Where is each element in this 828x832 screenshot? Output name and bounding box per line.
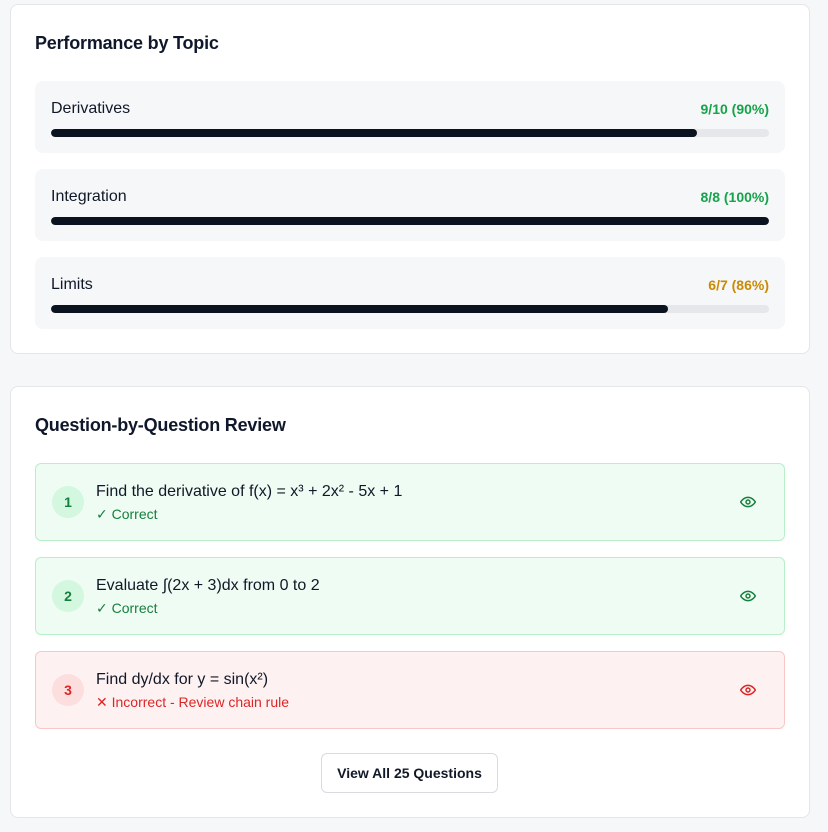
question-review-card: Question-by-Question Review 1 Find the d… xyxy=(10,386,810,818)
topic-progress-fill xyxy=(51,305,669,313)
question-number-badge: 3 xyxy=(52,674,84,706)
topic-performance-card: Performance by Topic Derivatives 9/10 (9… xyxy=(10,4,810,354)
topic-score: 6/7 (86%) xyxy=(708,277,769,293)
topic-row-derivatives: Derivatives 9/10 (90%) xyxy=(35,81,785,153)
question-text: Find dy/dx for y = sin(x²) xyxy=(96,671,269,688)
question-status: ✓ Correct xyxy=(96,600,158,616)
topic-performance-title: Performance by Topic xyxy=(35,33,219,53)
topic-row-limits: Limits 6/7 (86%) xyxy=(35,257,785,329)
eye-icon[interactable] xyxy=(740,588,756,604)
eye-icon[interactable] xyxy=(740,494,756,510)
topic-progress-track xyxy=(51,217,769,225)
topic-row-integration: Integration 8/8 (100%) xyxy=(35,169,785,241)
question-number-badge: 1 xyxy=(52,486,84,518)
topic-progress-fill xyxy=(51,217,769,225)
question-number-badge: 2 xyxy=(52,580,84,612)
question-text: Find the derivative of f(x) = x³ + 2x² -… xyxy=(96,483,403,500)
eye-icon[interactable] xyxy=(740,682,756,698)
topic-name: Integration xyxy=(51,188,127,205)
topic-score: 9/10 (90%) xyxy=(700,101,769,117)
question-item-3[interactable]: 3 Find dy/dx for y = sin(x²) ✕ Incorrect… xyxy=(35,651,785,729)
view-all-questions-button[interactable]: View All 25 Questions xyxy=(321,753,498,793)
topic-progress-track xyxy=(51,305,769,313)
topic-progress-fill xyxy=(51,129,698,137)
question-item-1[interactable]: 1 Find the derivative of f(x) = x³ + 2x²… xyxy=(35,463,785,541)
question-text: Evaluate ∫(2x + 3)dx from 0 to 2 xyxy=(96,577,320,594)
topic-name: Limits xyxy=(51,276,93,293)
question-status: ✕ Incorrect - Review chain rule xyxy=(96,694,290,710)
topic-name: Derivatives xyxy=(51,100,131,117)
topic-progress-track xyxy=(51,129,769,137)
topic-score: 8/8 (100%) xyxy=(700,189,769,205)
question-status: ✓ Correct xyxy=(96,506,158,522)
question-item-2[interactable]: 2 Evaluate ∫(2x + 3)dx from 0 to 2 ✓ Cor… xyxy=(35,557,785,635)
question-review-title: Question-by-Question Review xyxy=(35,415,286,435)
